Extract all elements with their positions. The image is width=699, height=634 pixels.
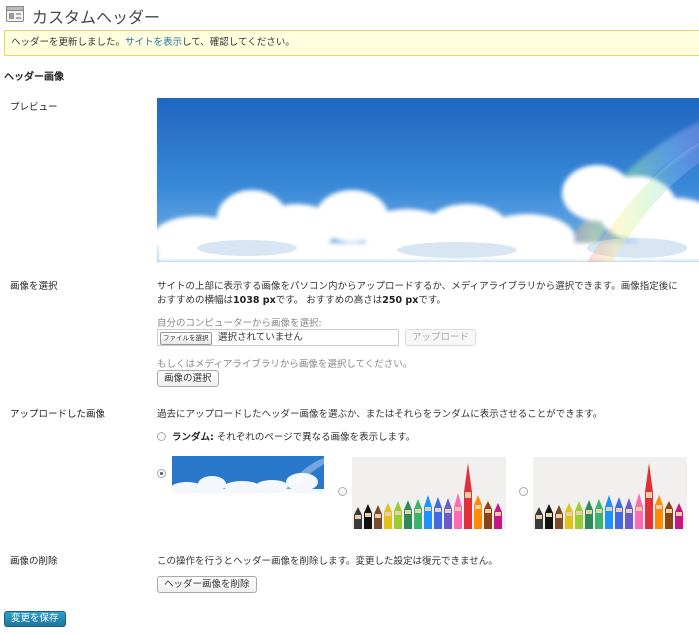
notice-suffix: して、確認してください。 bbox=[182, 37, 295, 48]
random-option[interactable]: ランダム: それぞれのページで異なる画像を表示します。 bbox=[172, 429, 415, 443]
upload-button[interactable]: アップロード bbox=[405, 329, 477, 346]
select-image-description: サイトの上部に表示する画像をパソコン内からアップロードするか、メディアライブラリ… bbox=[157, 281, 678, 292]
header-image-radio-3[interactable] bbox=[519, 487, 528, 496]
remove-image-label: 画像の削除 bbox=[10, 556, 58, 567]
file-status: 選択されていません bbox=[218, 332, 303, 343]
choose-file-button[interactable]: ファイルを選択 bbox=[160, 332, 212, 345]
library-prompt: もしくはメディアライブラリから画像を選択してください。 bbox=[157, 359, 413, 370]
save-changes-button[interactable]: 変更を保存 bbox=[4, 611, 66, 627]
recommended-width: 1038 px bbox=[233, 295, 276, 306]
view-site-link[interactable]: サイトを表示 bbox=[125, 37, 182, 48]
appearance-header-icon bbox=[6, 6, 24, 22]
update-notice: ヘッダーを更新しました。サイトを表示して、確認してください。 bbox=[4, 30, 699, 56]
header-thumbnail-sky[interactable] bbox=[172, 456, 324, 493]
header-image-radio-2[interactable] bbox=[338, 487, 347, 496]
random-option-desc: それぞれのページで異なる画像を表示します。 bbox=[213, 432, 416, 443]
upload-prompt: 自分のコンピューターから画像を選択: bbox=[157, 318, 322, 329]
remove-header-image-button[interactable]: ヘッダー画像を削除 bbox=[157, 576, 257, 593]
recommended-height: 250 px bbox=[382, 295, 419, 306]
header-thumbnail-pencils-1[interactable] bbox=[352, 457, 506, 529]
preview-label: プレビュー bbox=[10, 102, 58, 113]
notice-prefix: ヘッダーを更新しました。 bbox=[11, 37, 126, 48]
choose-image-button[interactable]: 画像の選択 bbox=[157, 370, 219, 387]
select-image-label: 画像を選択 bbox=[10, 281, 58, 292]
remove-image-description: この操作を行うとヘッダー画像を削除します。変更した設定は復元できません。 bbox=[157, 556, 498, 567]
section-heading: ヘッダー画像 bbox=[4, 72, 64, 83]
header-thumbnail-pencils-2[interactable] bbox=[533, 457, 687, 529]
uploaded-images-label: アップロードした画像 bbox=[10, 409, 106, 420]
file-input[interactable]: ファイルを選択 選択されていません bbox=[157, 329, 399, 346]
uploaded-images-description: 過去にアップロードしたヘッダー画像を選ぶか、またはそれらをランダムに表示させるこ… bbox=[157, 409, 603, 420]
recommended-size-text: おすすめの横幅は1038 pxです。 おすすめの高さは250 pxです。 bbox=[157, 295, 446, 306]
random-option-label: ランダム: bbox=[172, 432, 214, 443]
page-title: カスタムヘッダー bbox=[32, 8, 161, 27]
header-preview-image bbox=[157, 98, 699, 262]
header-image-radio-1[interactable] bbox=[157, 469, 166, 478]
random-radio[interactable] bbox=[157, 432, 166, 441]
